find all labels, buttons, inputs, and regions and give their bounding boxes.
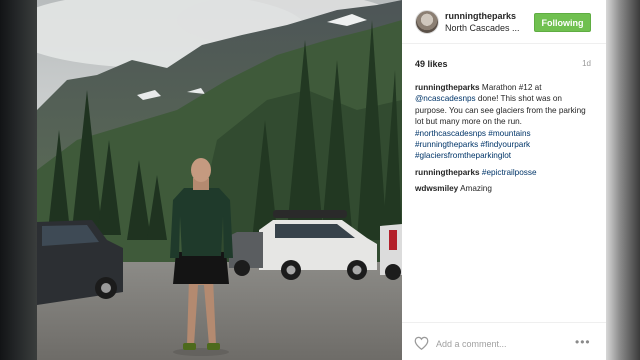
comment-item: wdwsmiley Amazing [415,183,595,194]
comments-list: runningtheparks Marathon #12 at @ncascad… [415,82,595,200]
instagram-post-view: runningtheparks North Cascades ... Follo… [0,0,640,360]
caption-hashtags[interactable]: #northcascadesnps #mountains #runningthe… [415,129,531,161]
caption: runningtheparks Marathon #12 at @ncascad… [415,82,595,162]
caption-username[interactable]: runningtheparks [415,83,480,92]
caption-text-1: Marathon #12 at [479,83,542,92]
background-right-edge [606,0,640,360]
post-photo[interactable] [37,0,402,360]
comment-text: Amazing [460,184,492,194]
red-vehicle [380,224,402,280]
heart-icon[interactable] [414,336,429,350]
post-detail-panel: runningtheparks North Cascades ... Follo… [402,0,606,360]
comment-username[interactable]: runningtheparks [415,168,480,177]
background-left-edge [0,0,37,360]
comment-text[interactable]: #epictrailposse [482,168,537,177]
more-options-icon[interactable]: ••• [575,336,591,348]
post-timestamp[interactable]: 1d [582,59,591,68]
add-comment-input[interactable]: Add a comment... [436,339,507,349]
post-location[interactable]: North Cascades ... [445,23,520,33]
following-button[interactable]: Following [534,13,591,32]
post-header: runningtheparks North Cascades ... Follo… [402,0,606,44]
caption-mention[interactable]: @ncascadesnps [415,94,476,103]
avatar[interactable] [415,10,439,34]
post-username[interactable]: runningtheparks [445,11,516,21]
post-footer: Add a comment... ••• [402,322,606,360]
comment-username[interactable]: wdwsmiley [415,184,458,193]
likes-row: 49 likes 1d [415,59,593,71]
likes-count[interactable]: 49 likes [415,59,448,69]
comment-item: runningtheparks #epictrailposse [415,167,595,178]
